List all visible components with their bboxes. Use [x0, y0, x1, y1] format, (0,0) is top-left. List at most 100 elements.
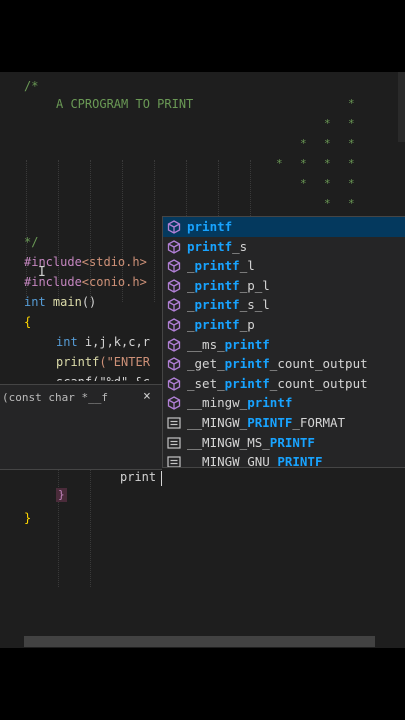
- suggestion-label: _printf_p: [187, 315, 255, 335]
- cube-icon: [167, 239, 181, 254]
- cube-icon: [167, 337, 181, 352]
- pattern-star: *: [348, 137, 355, 150]
- suggestion-match: printf: [224, 356, 270, 372]
- horizontal-scrollbar[interactable]: [24, 636, 375, 647]
- suggestion-item[interactable]: _printf_p: [163, 315, 405, 335]
- cube-icon: [167, 357, 181, 371]
- suggestion-item[interactable]: _get_printf_count_output: [163, 354, 405, 374]
- suggestion-prefix: __MINGW_: [187, 415, 248, 430]
- text-caret: [161, 471, 162, 486]
- suggestion-match: printf: [224, 375, 270, 391]
- printf-line: printf("ENTER: [56, 355, 150, 369]
- suggestion-item[interactable]: __mingw_printf: [163, 393, 405, 413]
- include-stdio: #include<stdio.h>: [24, 255, 147, 269]
- suggestion-label: _set_printf_count_output: [187, 374, 368, 394]
- cube-icon: [167, 377, 181, 391]
- autocomplete-list[interactable]: printf printf_s _printf_l _printf_p_l _print…: [162, 216, 405, 468]
- inner-brace: }: [56, 488, 67, 502]
- suggestion-prefix: _: [187, 317, 195, 332]
- pattern-star: *: [300, 177, 307, 190]
- close-brace: }: [24, 511, 32, 525]
- cube-icon: [167, 259, 181, 273]
- suggestion-suffix: _l: [239, 258, 255, 274]
- suggestion-label: _printf_l: [187, 256, 255, 276]
- suggestion-prefix: _get_: [187, 356, 225, 372]
- close-icon[interactable]: ×: [143, 389, 151, 404]
- suggestion-match: printf: [187, 238, 233, 254]
- cube-icon: [167, 279, 181, 293]
- pattern-star: *: [324, 197, 331, 210]
- include-conio: #include<conio.h>: [24, 275, 147, 289]
- pattern-star: *: [300, 157, 307, 170]
- suggestion-suffix: _p_l: [239, 277, 270, 293]
- pattern-star: *: [276, 157, 283, 170]
- parameter-hint-popup: (const char *__f ×: [0, 384, 162, 470]
- suggestion-label: __MINGW_PRINTF_FORMAT: [187, 413, 345, 433]
- pattern-star: *: [348, 117, 355, 130]
- suggestion-prefix: _set_: [187, 375, 225, 391]
- suggestion-suffix: _FORMAT: [292, 415, 346, 430]
- var-declaration: int i,j,k,c,r: [56, 335, 150, 349]
- scanf-line: scanf("%d" &c: [56, 372, 150, 381]
- comment-open: /*: [24, 79, 39, 93]
- minimap[interactable]: [398, 72, 405, 142]
- main-signature: int main(): [24, 295, 97, 309]
- suggestion-prefix: __mingw_: [187, 395, 248, 411]
- comment-title: A CPROGRAM TO PRINT: [56, 97, 194, 111]
- suggestion-prefix: _: [187, 258, 195, 274]
- pattern-star: *: [324, 117, 331, 130]
- pattern-star: *: [300, 137, 307, 150]
- suggestion-label: _printf_s_l: [187, 295, 270, 315]
- suggestion-match: printf: [187, 219, 233, 234]
- cube-icon: [167, 318, 181, 332]
- text-icon: [167, 455, 181, 467]
- suggestion-label: _printf_p_l: [187, 276, 270, 296]
- typed-text: print: [120, 470, 157, 484]
- suggestion-item[interactable]: _printf_s_l: [163, 295, 405, 315]
- suggestion-suffix: _count_output: [269, 356, 368, 372]
- suggestion-match: PRINTF: [277, 454, 323, 468]
- suggestion-match: PRINTF: [269, 434, 315, 450]
- suggestion-suffix: _p: [239, 317, 255, 332]
- cube-icon: [167, 298, 181, 313]
- suggestion-item[interactable]: printf: [163, 217, 405, 237]
- suggestion-match: printf: [247, 395, 293, 411]
- suggestion-match: printf: [194, 277, 240, 293]
- suggestion-prefix: _: [187, 277, 195, 293]
- suggestion-item[interactable]: _printf_l: [163, 256, 405, 276]
- suggestion-item[interactable]: __MINGW_MS_PRINTF: [163, 433, 405, 453]
- suggestion-item[interactable]: __MINGW_PRINTF_FORMAT: [163, 413, 405, 433]
- suggestion-prefix: _: [187, 297, 195, 313]
- suggestion-item[interactable]: _set_printf_count_output: [163, 374, 405, 394]
- suggestion-suffix: _count_output: [269, 375, 368, 391]
- indent-guide: [154, 160, 155, 302]
- suggestion-prefix: __ms_: [187, 336, 225, 352]
- cube-icon: [167, 396, 181, 411]
- suggestion-label: printf: [187, 217, 232, 237]
- suggestion-label: _get_printf_count_output: [187, 354, 368, 374]
- suggestion-label: printf_s: [187, 237, 247, 257]
- text-icon: [167, 416, 181, 430]
- suggestion-match: printf: [224, 336, 270, 352]
- suggestion-suffix: _s_l: [239, 297, 270, 313]
- pattern-star: *: [324, 177, 331, 190]
- suggestion-match: printf: [194, 297, 240, 313]
- suggestion-label: __mingw_printf: [187, 393, 292, 413]
- suggestion-match: printf: [194, 258, 240, 274]
- suggestion-suffix: _s: [232, 238, 248, 254]
- suggestion-label: __ms_printf: [187, 335, 270, 355]
- comment-close: */: [24, 235, 39, 249]
- pattern-star: *: [324, 157, 331, 170]
- suggestion-item[interactable]: __ms_printf: [163, 335, 405, 355]
- suggestion-item[interactable]: __MINGW_GNU_PRINTF: [163, 452, 405, 468]
- open-brace: {: [24, 315, 32, 329]
- suggestion-item[interactable]: printf_s: [163, 237, 405, 257]
- pattern-star: *: [348, 177, 355, 190]
- suggestion-item[interactable]: _printf_p_l: [163, 276, 405, 296]
- suggestion-match: PRINTF: [247, 415, 293, 430]
- parameter-signature: (const char *__f: [2, 391, 108, 404]
- pattern-star: *: [348, 97, 355, 110]
- pattern-star: *: [348, 197, 355, 210]
- pattern-star: *: [348, 157, 355, 170]
- suggestion-prefix: __MINGW_MS_: [187, 434, 270, 450]
